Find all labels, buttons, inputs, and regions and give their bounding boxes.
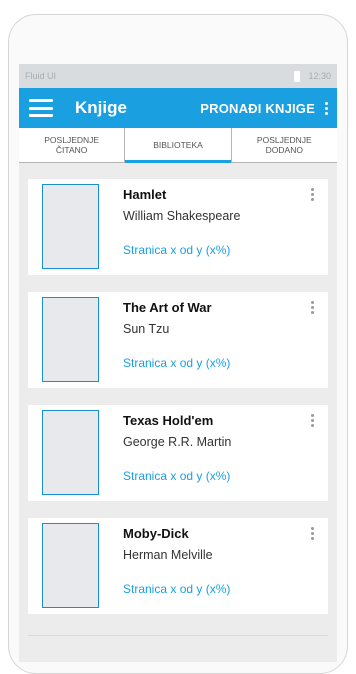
book-card[interactable]: The Art of War Sun Tzu Stranica x od y (…: [28, 292, 328, 388]
book-list: Hamlet William Shakespeare Stranica x od…: [19, 163, 337, 614]
book-card[interactable]: Moby-Dick Herman Melville Stranica x od …: [28, 518, 328, 614]
book-card[interactable]: Hamlet William Shakespeare Stranica x od…: [28, 179, 328, 275]
more-vertical-icon[interactable]: [321, 101, 331, 115]
tab-bar: POSLJEDNJE ČITANO BIBLIOTEKA POSLJEDNJE DO…: [19, 128, 337, 163]
book-author: Sun Tzu: [123, 322, 170, 336]
more-vertical-icon[interactable]: [311, 527, 314, 540]
find-books-button[interactable]: PRONAĐI KNJIGE: [200, 101, 315, 116]
book-cover: [42, 184, 99, 269]
phone-screen: Fluid UI 12:30 Knjige PRONAĐI KNJIGE POS…: [19, 64, 337, 662]
tab-label: POSLJEDNJE DODANO: [256, 135, 312, 155]
tab-label: POSLJEDNJE ČITANO: [44, 135, 100, 155]
tab-recently-added[interactable]: POSLJEDNJE DODANO: [232, 128, 337, 162]
tab-recently-read[interactable]: POSLJEDNJE ČITANO: [19, 128, 126, 162]
book-cover: [42, 523, 99, 608]
status-time: 12:30: [308, 71, 331, 81]
book-author: George R.R. Martin: [123, 435, 232, 449]
book-author: William Shakespeare: [123, 209, 241, 223]
book-title: Moby-Dick: [123, 526, 189, 541]
list-divider: [28, 635, 328, 636]
book-cover: [42, 297, 99, 382]
book-cover: [42, 410, 99, 495]
app-title: Knjige: [75, 98, 127, 117]
book-progress[interactable]: Stranica x od y (x%): [123, 243, 240, 257]
more-vertical-icon[interactable]: [311, 188, 314, 201]
tab-library[interactable]: BIBLIOTEKA: [125, 128, 232, 163]
book-author: Herman Melville: [123, 548, 213, 562]
book-progress[interactable]: Stranica x od y (x%): [123, 356, 230, 370]
battery-icon: [294, 70, 301, 82]
book-progress[interactable]: Stranica x od y (x%): [123, 582, 230, 596]
book-card[interactable]: Texas Hold'em George R.R. Martin Stranic…: [28, 405, 328, 501]
status-app-name: Fluid UI: [25, 71, 57, 81]
status-bar: Fluid UI 12:30: [19, 64, 337, 88]
app-bar: Knjige PRONAĐI KNJIGE: [19, 88, 337, 128]
book-title: Texas Hold'em: [123, 413, 214, 428]
more-vertical-icon[interactable]: [311, 414, 314, 427]
book-title: Hamlet: [123, 187, 167, 202]
book-progress[interactable]: Stranica x od y (x%): [123, 469, 231, 483]
book-title: The Art of War: [123, 300, 212, 315]
more-vertical-icon[interactable]: [311, 301, 314, 314]
hamburger-icon[interactable]: [29, 99, 53, 117]
tab-label: BIBLIOTEKA: [153, 140, 203, 150]
